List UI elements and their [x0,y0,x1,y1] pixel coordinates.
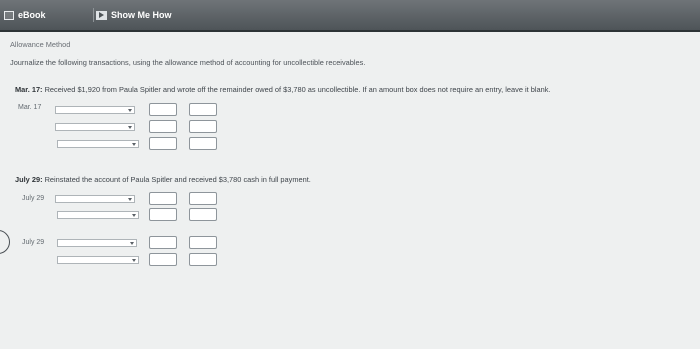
scroll-cursor-indicator [0,230,10,254]
account-select[interactable] [57,256,139,264]
account-select[interactable] [55,106,135,114]
credit-amount-field[interactable] [189,208,217,221]
debit-amount-field[interactable] [149,253,177,266]
section-heading: Allowance Method [10,40,71,49]
account-select[interactable] [55,195,135,203]
debit-amount-field[interactable] [149,208,177,221]
credit-amount-field[interactable] [189,137,217,150]
entry-date-label: July 29 [22,239,45,246]
transaction-prompt: July 29: Reinstated the account of Paula… [15,175,311,184]
ebook-label: eBook [18,10,46,20]
credit-amount-field[interactable] [189,236,217,249]
account-select[interactable] [57,211,139,219]
credit-amount-field[interactable] [189,120,217,133]
show-me-how-label: Show Me How [111,10,172,20]
transaction-date: Mar. 17: [15,85,43,94]
account-select[interactable] [55,123,135,131]
debit-amount-field[interactable] [149,103,177,116]
debit-amount-field[interactable] [149,192,177,205]
credit-amount-field[interactable] [189,103,217,116]
toolbar-divider [93,8,94,22]
debit-amount-field[interactable] [149,120,177,133]
account-select[interactable] [57,239,137,247]
toolbar: eBook Show Me How [0,0,700,32]
debit-amount-field[interactable] [149,236,177,249]
show-me-how-button[interactable]: Show Me How [96,7,172,23]
transaction-prompt: Mar. 17: Received $1,920 from Paula Spit… [15,85,550,94]
transaction-date: July 29: [15,175,43,184]
instructions: Journalize the following transactions, u… [10,58,366,67]
credit-amount-field[interactable] [189,253,217,266]
account-select[interactable] [57,140,139,148]
entry-date-label: Mar. 17 [18,104,42,111]
video-play-icon [96,10,107,20]
debit-amount-field[interactable] [149,137,177,150]
credit-amount-field[interactable] [189,192,217,205]
transaction-text: Received $1,920 from Paula Spitler and w… [42,85,551,94]
transaction-text: Reinstated the account of Paula Spitler … [42,175,311,184]
book-icon [4,10,14,20]
ebook-button[interactable]: eBook [4,7,46,23]
entry-date-label: July 29 [22,195,45,202]
